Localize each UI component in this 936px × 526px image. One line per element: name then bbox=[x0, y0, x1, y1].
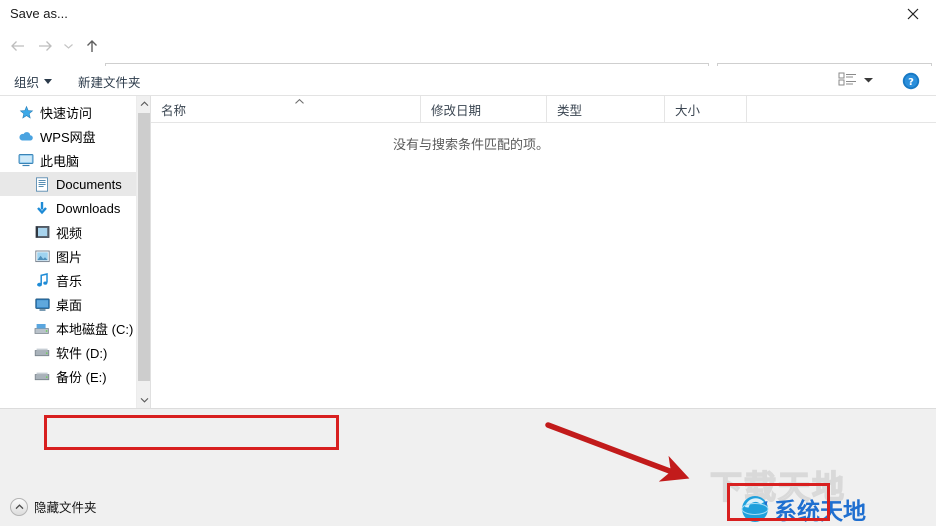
forward-button[interactable] bbox=[32, 30, 58, 62]
caret-down-icon bbox=[44, 78, 53, 84]
monitor-icon bbox=[18, 152, 34, 168]
arrow-up-icon bbox=[87, 40, 97, 52]
arrow-left-icon bbox=[10, 41, 24, 51]
hide-folders-label: 隐藏文件夹 bbox=[34, 501, 97, 515]
navigation-pane: 快速访问 WPS网盘 此电脑 Documents Downloads 视频 图片… bbox=[0, 96, 150, 408]
sidebar-item-label: 软件 (D:) bbox=[56, 345, 108, 361]
navigation-list: 快速访问 WPS网盘 此电脑 Documents Downloads 视频 图片… bbox=[0, 100, 138, 388]
sidebar-item-label: 桌面 bbox=[56, 297, 83, 313]
chevron-down-icon bbox=[140, 398, 148, 403]
up-one-level-button[interactable] bbox=[80, 30, 104, 62]
scroll-up-button[interactable] bbox=[137, 96, 150, 112]
desktop-icon bbox=[34, 296, 50, 312]
video-icon bbox=[34, 224, 50, 240]
help-button[interactable]: ? bbox=[902, 72, 920, 90]
sidebar-item-label: 快速访问 bbox=[40, 105, 93, 121]
os-drive-icon bbox=[34, 320, 50, 336]
sidebar-item-label: Documents bbox=[56, 176, 122, 192]
command-toolbar: 组织 新建文件夹 ? bbox=[0, 66, 936, 96]
column-header-name[interactable]: 名称 bbox=[151, 96, 421, 122]
sidebar-item-label: 视频 bbox=[56, 225, 83, 241]
organize-button[interactable]: 组织 bbox=[8, 66, 58, 96]
sidebar-item-pictures[interactable]: 图片 bbox=[0, 244, 138, 268]
navigation-pane-scrollbar[interactable] bbox=[136, 96, 150, 408]
column-header-size[interactable]: 大小 bbox=[665, 96, 747, 122]
scroll-down-button[interactable] bbox=[137, 392, 150, 408]
sidebar-item-drive-e[interactable]: 备份 (E:) bbox=[0, 364, 138, 388]
music-icon bbox=[34, 272, 50, 288]
new-folder-label: 新建文件夹 bbox=[78, 75, 141, 90]
file-list-pane: 名称 修改日期 类型 大小 没有与搜索条件匹配的项。 bbox=[151, 96, 936, 408]
column-label: 大小 bbox=[675, 103, 701, 118]
sidebar-item-downloads[interactable]: Downloads bbox=[0, 196, 138, 220]
documents-icon bbox=[34, 176, 50, 192]
chevron-down-icon bbox=[63, 44, 73, 49]
sidebar-item-label: 图片 bbox=[56, 249, 83, 265]
sidebar-item-this-pc[interactable]: 此电脑 bbox=[0, 148, 138, 172]
close-button[interactable] bbox=[890, 0, 936, 28]
sidebar-item-wps-cloud[interactable]: WPS网盘 bbox=[0, 124, 138, 148]
sidebar-item-desktop[interactable]: 桌面 bbox=[0, 292, 138, 316]
sidebar-item-music[interactable]: 音乐 bbox=[0, 268, 138, 292]
chevron-up-circle-icon bbox=[10, 497, 28, 516]
column-label: 类型 bbox=[557, 103, 583, 118]
sidebar-item-videos[interactable]: 视频 bbox=[0, 220, 138, 244]
caret-down-icon bbox=[864, 78, 873, 83]
dialog-body: 快速访问 WPS网盘 此电脑 Documents Downloads 视频 图片… bbox=[0, 96, 936, 408]
back-button[interactable] bbox=[4, 30, 30, 62]
arrow-right-icon bbox=[38, 41, 52, 51]
view-layout-icon bbox=[838, 72, 856, 86]
column-label: 修改日期 bbox=[431, 103, 482, 118]
column-header-type[interactable]: 类型 bbox=[547, 96, 665, 122]
pictures-icon bbox=[34, 248, 50, 264]
chevron-up-icon bbox=[294, 97, 305, 108]
star-icon bbox=[18, 104, 34, 120]
sidebar-item-drive-d[interactable]: 软件 (D:) bbox=[0, 340, 138, 364]
drive-icon bbox=[34, 368, 50, 384]
help-icon: ? bbox=[902, 72, 920, 90]
column-header-date-modified[interactable]: 修改日期 bbox=[421, 96, 547, 122]
chevron-up-icon bbox=[140, 101, 148, 106]
column-label: 名称 bbox=[161, 103, 187, 118]
change-view-button[interactable] bbox=[838, 71, 874, 89]
sidebar-item-label: 此电脑 bbox=[40, 153, 80, 169]
new-folder-button[interactable]: 新建文件夹 bbox=[72, 66, 147, 96]
sidebar-item-local-disk-c[interactable]: 本地磁盘 (C:) bbox=[0, 316, 138, 340]
title-bar: Save as... bbox=[0, 0, 936, 28]
hide-folders-button[interactable]: 隐藏文件夹 bbox=[10, 497, 97, 516]
svg-text:?: ? bbox=[908, 77, 914, 88]
close-icon bbox=[907, 8, 919, 20]
dialog-footer: 隐藏文件夹 保存(S) 取消 bbox=[0, 486, 936, 526]
navigation-bar: › 此电脑 › Documents › FoneLab › Snapshot bbox=[0, 30, 936, 89]
file-form-area: 文件名(N): 保存类型(T): Snapshot_21-03-25_09-47… bbox=[0, 408, 936, 487]
scrollbar-thumb[interactable] bbox=[138, 113, 150, 381]
recent-locations-button[interactable] bbox=[58, 30, 78, 62]
download-icon bbox=[34, 200, 50, 216]
sidebar-item-label: 备份 (E:) bbox=[56, 369, 107, 385]
empty-list-message: 没有与搜索条件匹配的项。 bbox=[392, 137, 549, 152]
organize-label: 组织 bbox=[14, 75, 40, 90]
sidebar-item-label: WPS网盘 bbox=[40, 129, 96, 145]
save-as-dialog: Save as... 组织 新建文件夹 ? 快速访问 WPS网盘 此电脑 Doc… bbox=[0, 0, 936, 526]
cloud-icon bbox=[18, 128, 34, 144]
drive-icon bbox=[34, 344, 50, 360]
sidebar-item-label: Downloads bbox=[56, 200, 121, 216]
window-title: Save as... bbox=[10, 6, 68, 21]
column-header-row: 名称 修改日期 类型 大小 bbox=[151, 96, 936, 123]
sidebar-item-label: 本地磁盘 (C:) bbox=[56, 321, 134, 337]
sidebar-item-quick-access[interactable]: 快速访问 bbox=[0, 100, 138, 124]
sidebar-item-documents[interactable]: Documents bbox=[0, 172, 138, 196]
sidebar-item-label: 音乐 bbox=[56, 273, 83, 289]
